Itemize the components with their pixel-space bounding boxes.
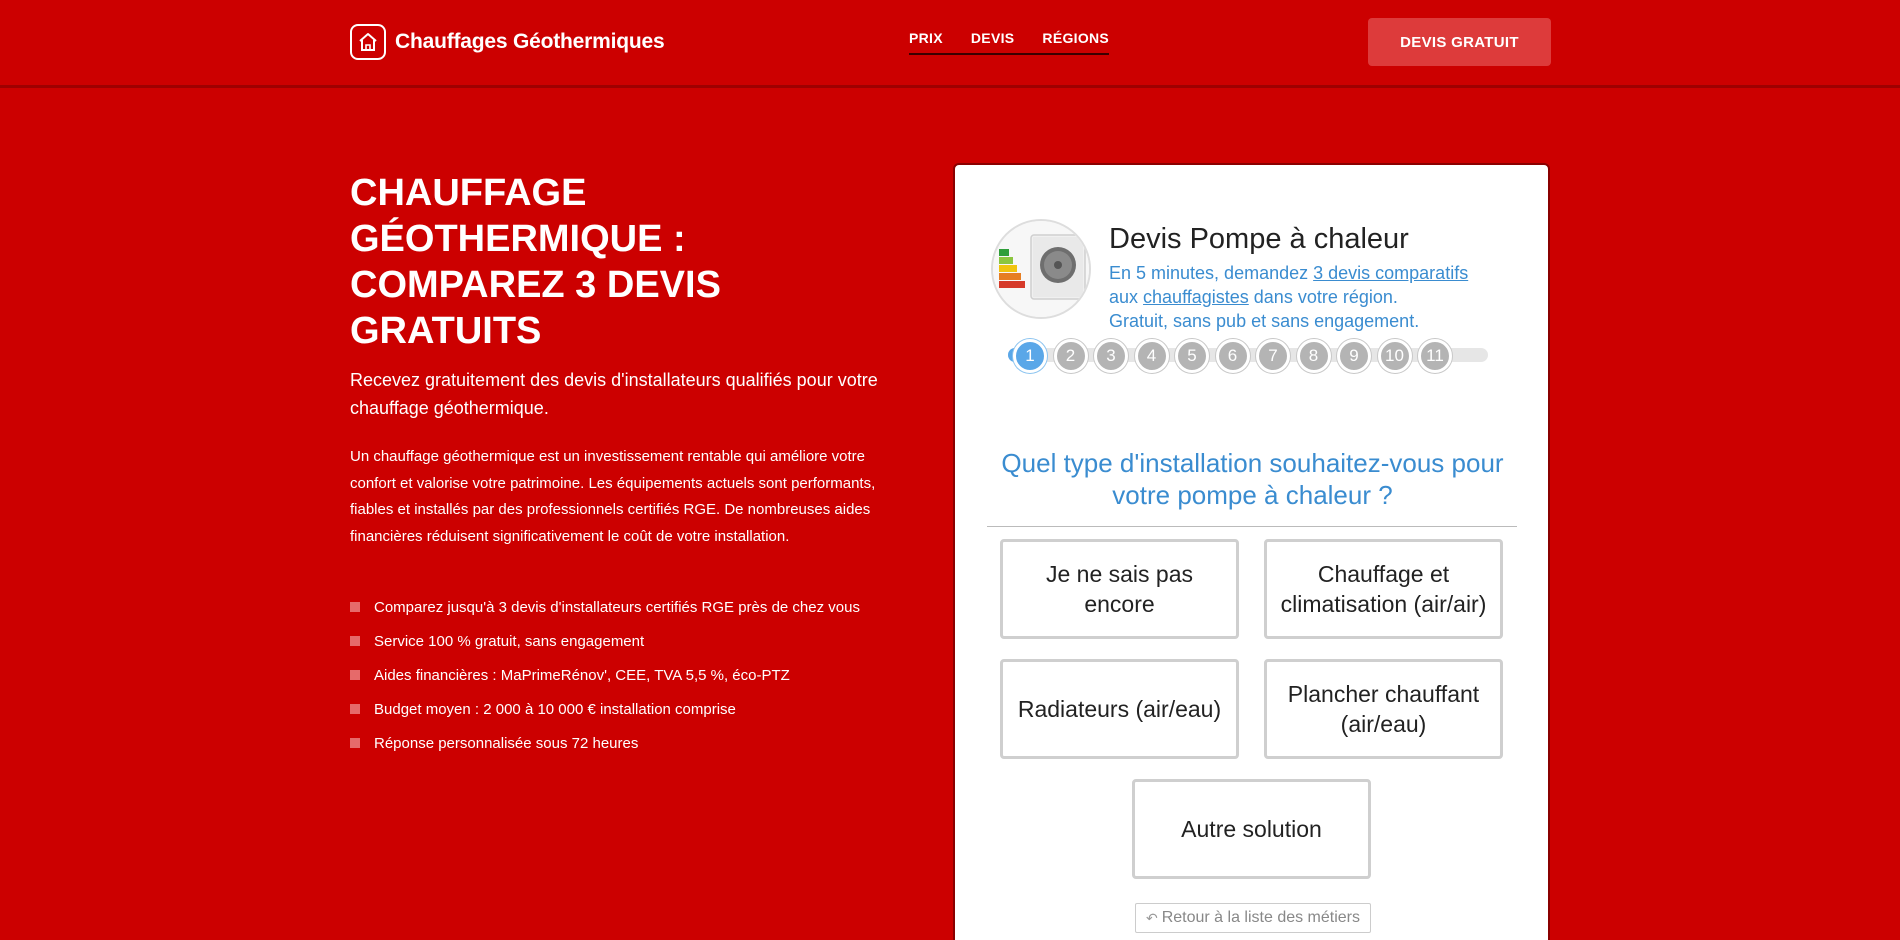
page-title: CHAUFFAGE GÉOTHERMIQUE : COMPAREZ 3 DEVI… [350, 172, 721, 352]
form-subtitle-text: aux [1109, 287, 1144, 307]
list-item-text: Service 100 % gratuit, sans engagement [374, 632, 645, 650]
list-item: Comparez jusqu'à 3 devis d'installateurs… [350, 590, 910, 624]
list-item: Réponse personnalisée sous 72 heures [350, 726, 910, 760]
benefits-list: Comparez jusqu'à 3 devis d'installateurs… [350, 590, 910, 760]
main-nav: PRIX DEVIS RÉGIONS [909, 30, 1110, 55]
step-11: 11 [1418, 339, 1452, 373]
step-7: 7 [1256, 339, 1290, 373]
house-icon [350, 24, 386, 60]
option-chauffage-climatisation[interactable]: Chauffage et climatisation (air/air) [1264, 539, 1503, 639]
devis-comparatifs-link[interactable]: 3 devis comparatifs [1313, 263, 1468, 283]
list-item-text: Comparez jusqu'à 3 devis d'installateurs… [374, 598, 860, 616]
step-3: 3 [1094, 339, 1128, 373]
step-4: 4 [1134, 339, 1169, 373]
option-plancher-chauffant[interactable]: Plancher chauffant (air/eau) [1264, 659, 1503, 759]
nav-item-prix[interactable]: PRIX [909, 30, 943, 46]
form-subtitle-text: En 5 minutes, demandez [1109, 263, 1314, 283]
logo-text: Chauffages Géothermiques [395, 30, 665, 53]
logo[interactable]: Chauffages Géothermiques [350, 24, 665, 60]
form-subtitle-text: dans votre région. [1248, 287, 1398, 307]
back-label: Retour à la liste des métiers [1161, 909, 1361, 926]
quote-form-card: Devis Pompe à chaleur En 5 minutes, dema… [953, 163, 1550, 940]
chauffagistes-link[interactable]: chauffagistes [1143, 287, 1249, 307]
step-5: 5 [1175, 339, 1209, 373]
divider [987, 526, 1517, 527]
list-item-text: Aides financières : MaPrimeRénov', CEE, … [374, 666, 790, 684]
step-6: 6 [1215, 339, 1250, 373]
list-item-text: Réponse personnalisée sous 72 heures [374, 734, 639, 752]
form-subtitle: En 5 minutes, demandez 3 devis comparati… [1109, 261, 1529, 333]
devis-gratuit-button[interactable]: DEVIS GRATUIT [1368, 18, 1551, 66]
form-subtitle-text: Gratuit, sans pub et sans engagement. [1109, 311, 1420, 331]
nav-item-devis[interactable]: DEVIS [971, 30, 1015, 46]
back-to-list-button[interactable]: ↶ Retour à la liste des métiers [1135, 903, 1371, 933]
hero-description: Un chauffage géothermique est un investi… [350, 448, 876, 545]
step-9: 9 [1337, 339, 1371, 373]
option-radiateurs[interactable]: Radiateurs (air/eau) [1000, 659, 1239, 759]
step-8: 8 [1296, 339, 1331, 373]
option-autre-solution[interactable]: Autre solution [1132, 779, 1371, 879]
bullet-square-icon [350, 670, 360, 680]
list-item: Service 100 % gratuit, sans engagement [350, 624, 910, 658]
hero-subtitle: Recevez gratuitement des devis d'install… [350, 370, 878, 418]
heat-pump-icon [991, 219, 1091, 319]
option-je-ne-sais-pas[interactable]: Je ne sais pas encore [1000, 539, 1239, 639]
bullet-square-icon [350, 602, 360, 612]
bullet-square-icon [350, 704, 360, 714]
return-arrow-icon: ↶ [1145, 909, 1158, 926]
site-header: Chauffages Géothermiques PRIX DEVIS RÉGI… [0, 0, 1900, 88]
step-progress-bar: 1 2 3 4 5 6 7 8 9 10 11 [1008, 339, 1488, 373]
list-item-text: Budget moyen : 2 000 à 10 000 € installa… [374, 700, 736, 718]
form-question: Quel type d'installation souhaitez-vous … [1001, 448, 1504, 510]
bullet-square-icon [350, 636, 360, 646]
step-2: 2 [1053, 339, 1088, 373]
list-item: Aides financières : MaPrimeRénov', CEE, … [350, 658, 910, 692]
step-10: 10 [1377, 339, 1412, 373]
list-item: Budget moyen : 2 000 à 10 000 € installa… [350, 692, 910, 726]
step-1: 1 [1013, 339, 1047, 373]
form-title: Devis Pompe à chaleur [1109, 223, 1409, 255]
nav-item-regions[interactable]: RÉGIONS [1042, 30, 1109, 46]
bullet-square-icon [350, 738, 360, 748]
